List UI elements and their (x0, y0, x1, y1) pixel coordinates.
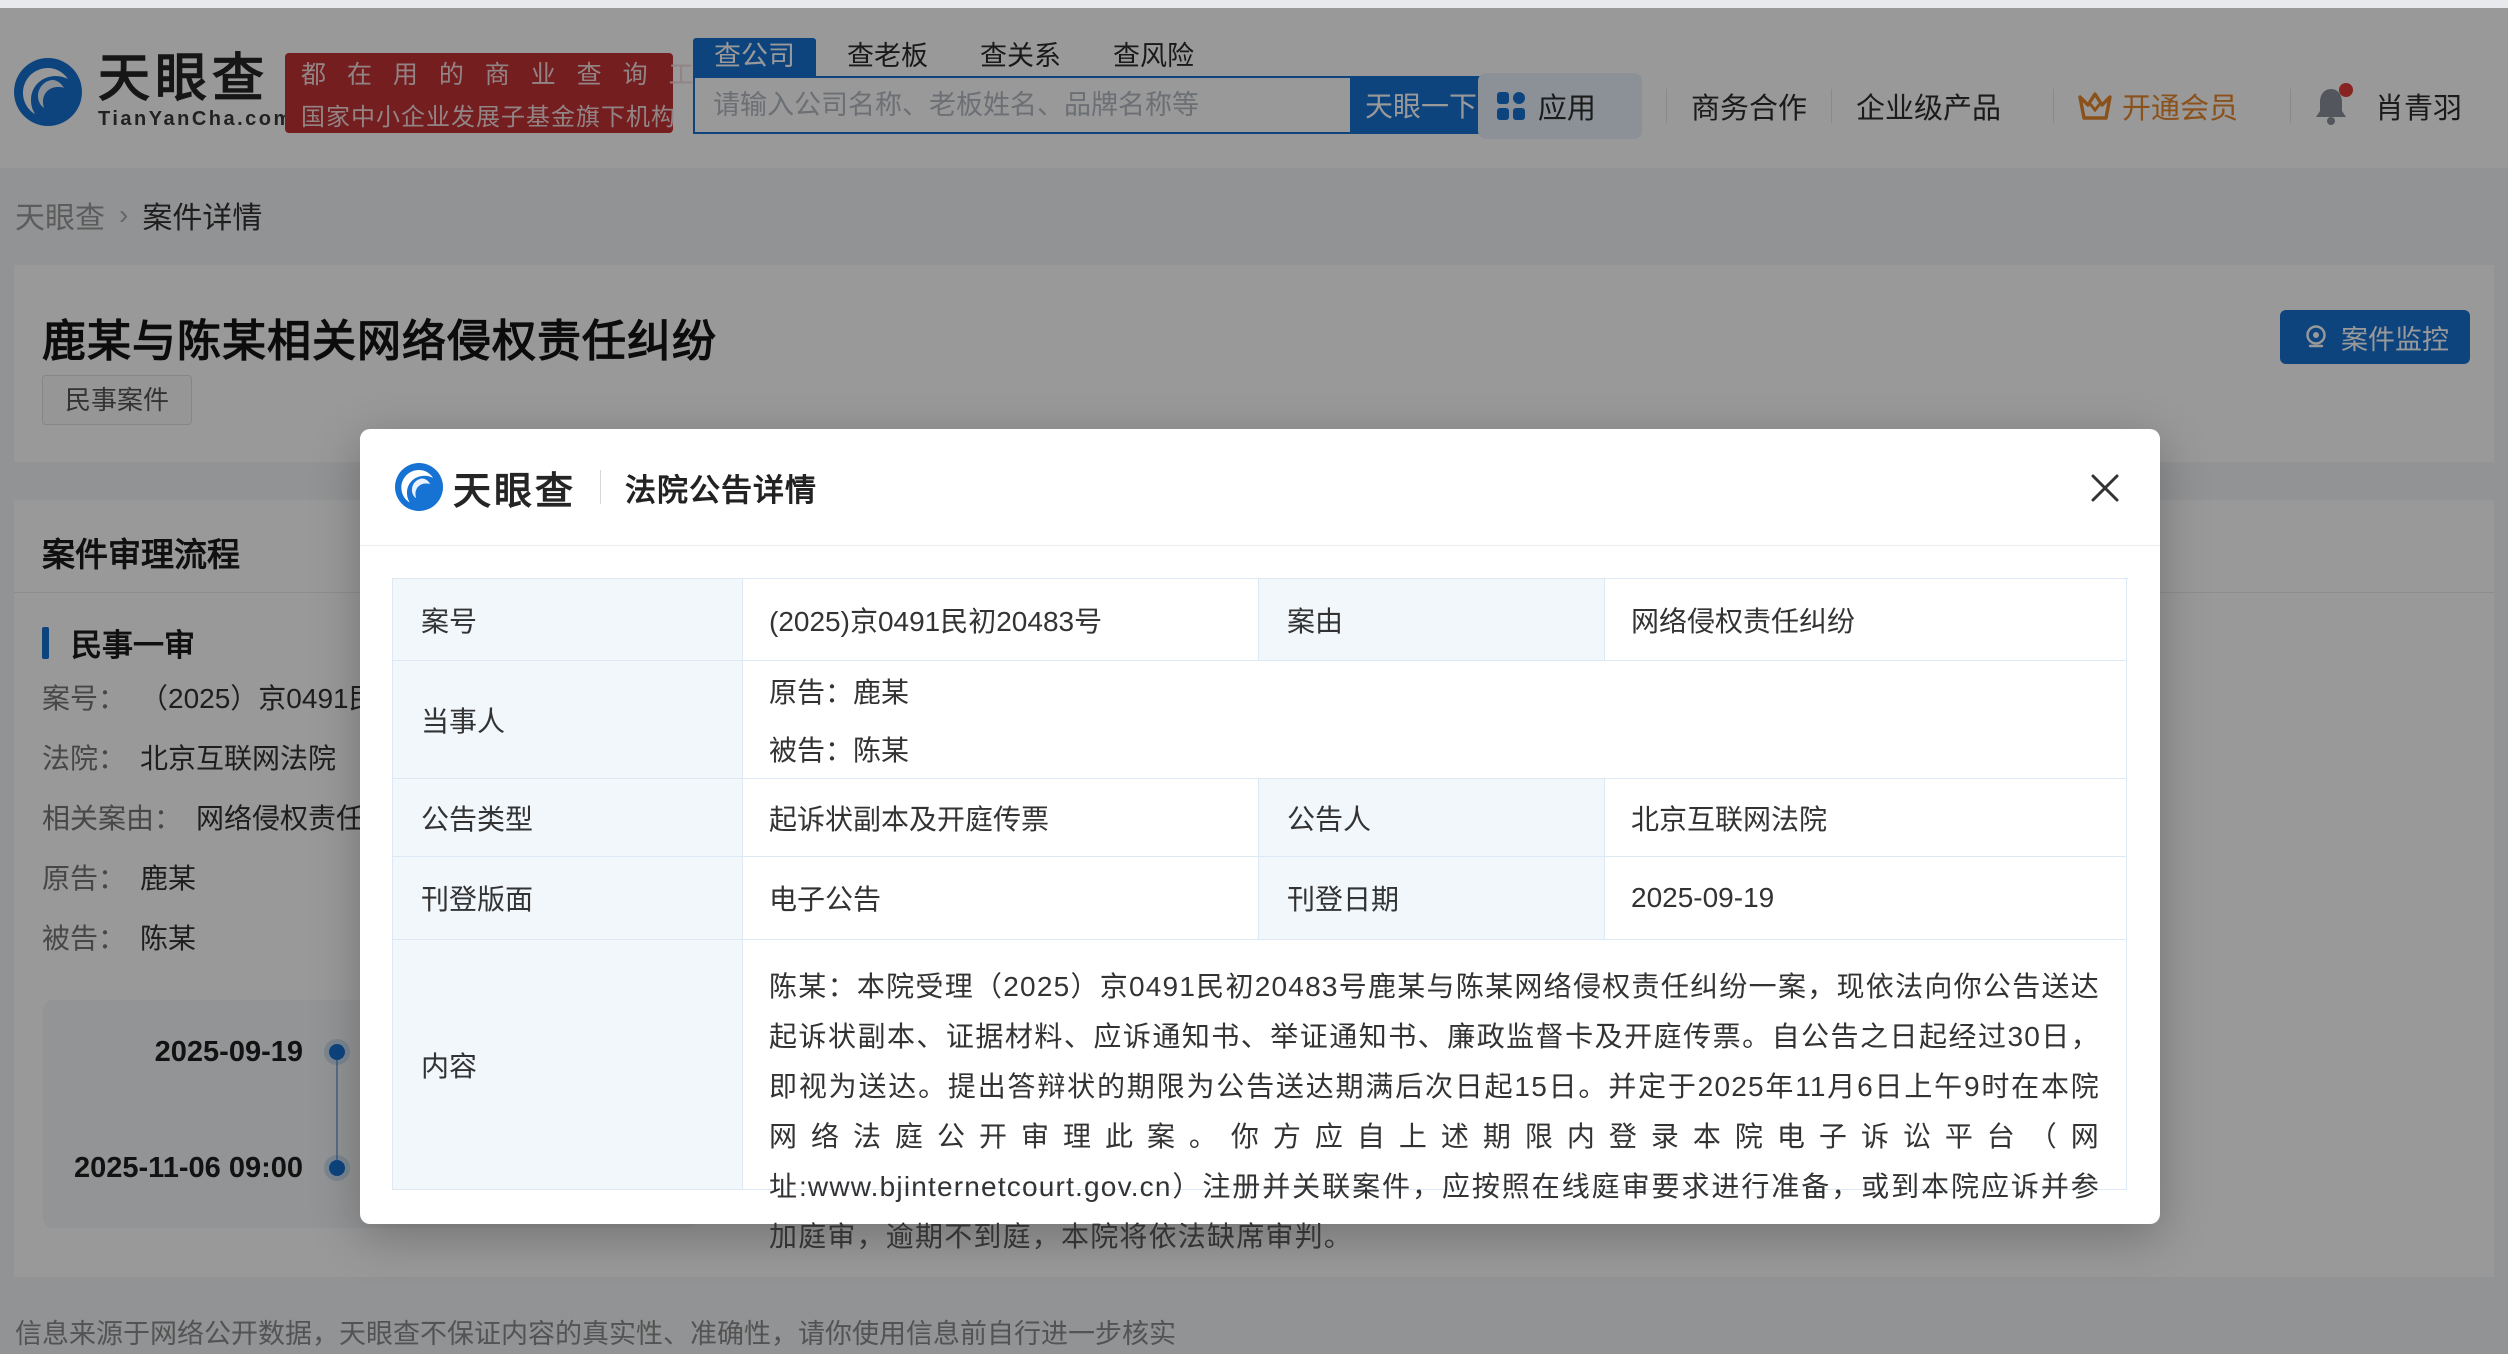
table-label-content: 内容 (393, 940, 743, 1190)
table-value-content: 陈某：本院受理（2025）京0491民初20483号鹿某与陈某网络侵权责任纠纷一… (743, 940, 2127, 1190)
table-label-announcer: 公告人 (1259, 779, 1605, 857)
browser-chrome-sliver (0, 0, 2508, 8)
tianyancha-eye-icon (395, 463, 443, 511)
party-plaintiff: 原告：鹿某 (769, 671, 909, 711)
court-announcement-modal: 天眼查 法院公告详情 案号 (2025)京0491民初20483号 案由 网络侵… (360, 429, 2160, 1224)
modal-header: 天眼查 法院公告详情 (360, 429, 2160, 546)
table-value-publication-date: 2025-09-19 (1605, 857, 2127, 940)
table-label-cause: 案由 (1259, 579, 1605, 661)
table-label-case-number: 案号 (393, 579, 743, 661)
table-label-announcement-type: 公告类型 (393, 779, 743, 857)
table-label-parties: 当事人 (393, 661, 743, 779)
table-value-parties: 原告：鹿某 被告：陈某 (743, 661, 2127, 779)
table-value-case-number: (2025)京0491民初20483号 (743, 579, 1259, 661)
party-defendant: 被告：陈某 (769, 729, 909, 769)
modal-brand-text: 天眼查 (453, 460, 576, 515)
table-label-publication-date: 刊登日期 (1259, 857, 1605, 940)
announcement-detail-table: 案号 (2025)京0491民初20483号 案由 网络侵权责任纠纷 当事人 原… (392, 578, 2128, 1190)
table-value-cause: 网络侵权责任纠纷 (1605, 579, 2127, 661)
table-value-publication-page: 电子公告 (743, 857, 1259, 940)
modal-close-button[interactable] (2084, 467, 2126, 509)
modal-header-divider (600, 470, 601, 504)
modal-title: 法院公告详情 (625, 465, 817, 510)
announcement-content-text: 陈某：本院受理（2025）京0491民初20483号鹿某与陈某网络侵权责任纠纷一… (769, 962, 2100, 1262)
table-value-announcer: 北京互联网法院 (1605, 779, 2127, 857)
page-root: 天眼查 TianYanCha.com 都 在 用 的 商 业 查 询 工 具 国… (0, 0, 2508, 1354)
table-value-announcement-type: 起诉状副本及开庭传票 (743, 779, 1259, 857)
close-icon (2088, 471, 2122, 505)
table-label-publication-page: 刊登版面 (393, 857, 743, 940)
